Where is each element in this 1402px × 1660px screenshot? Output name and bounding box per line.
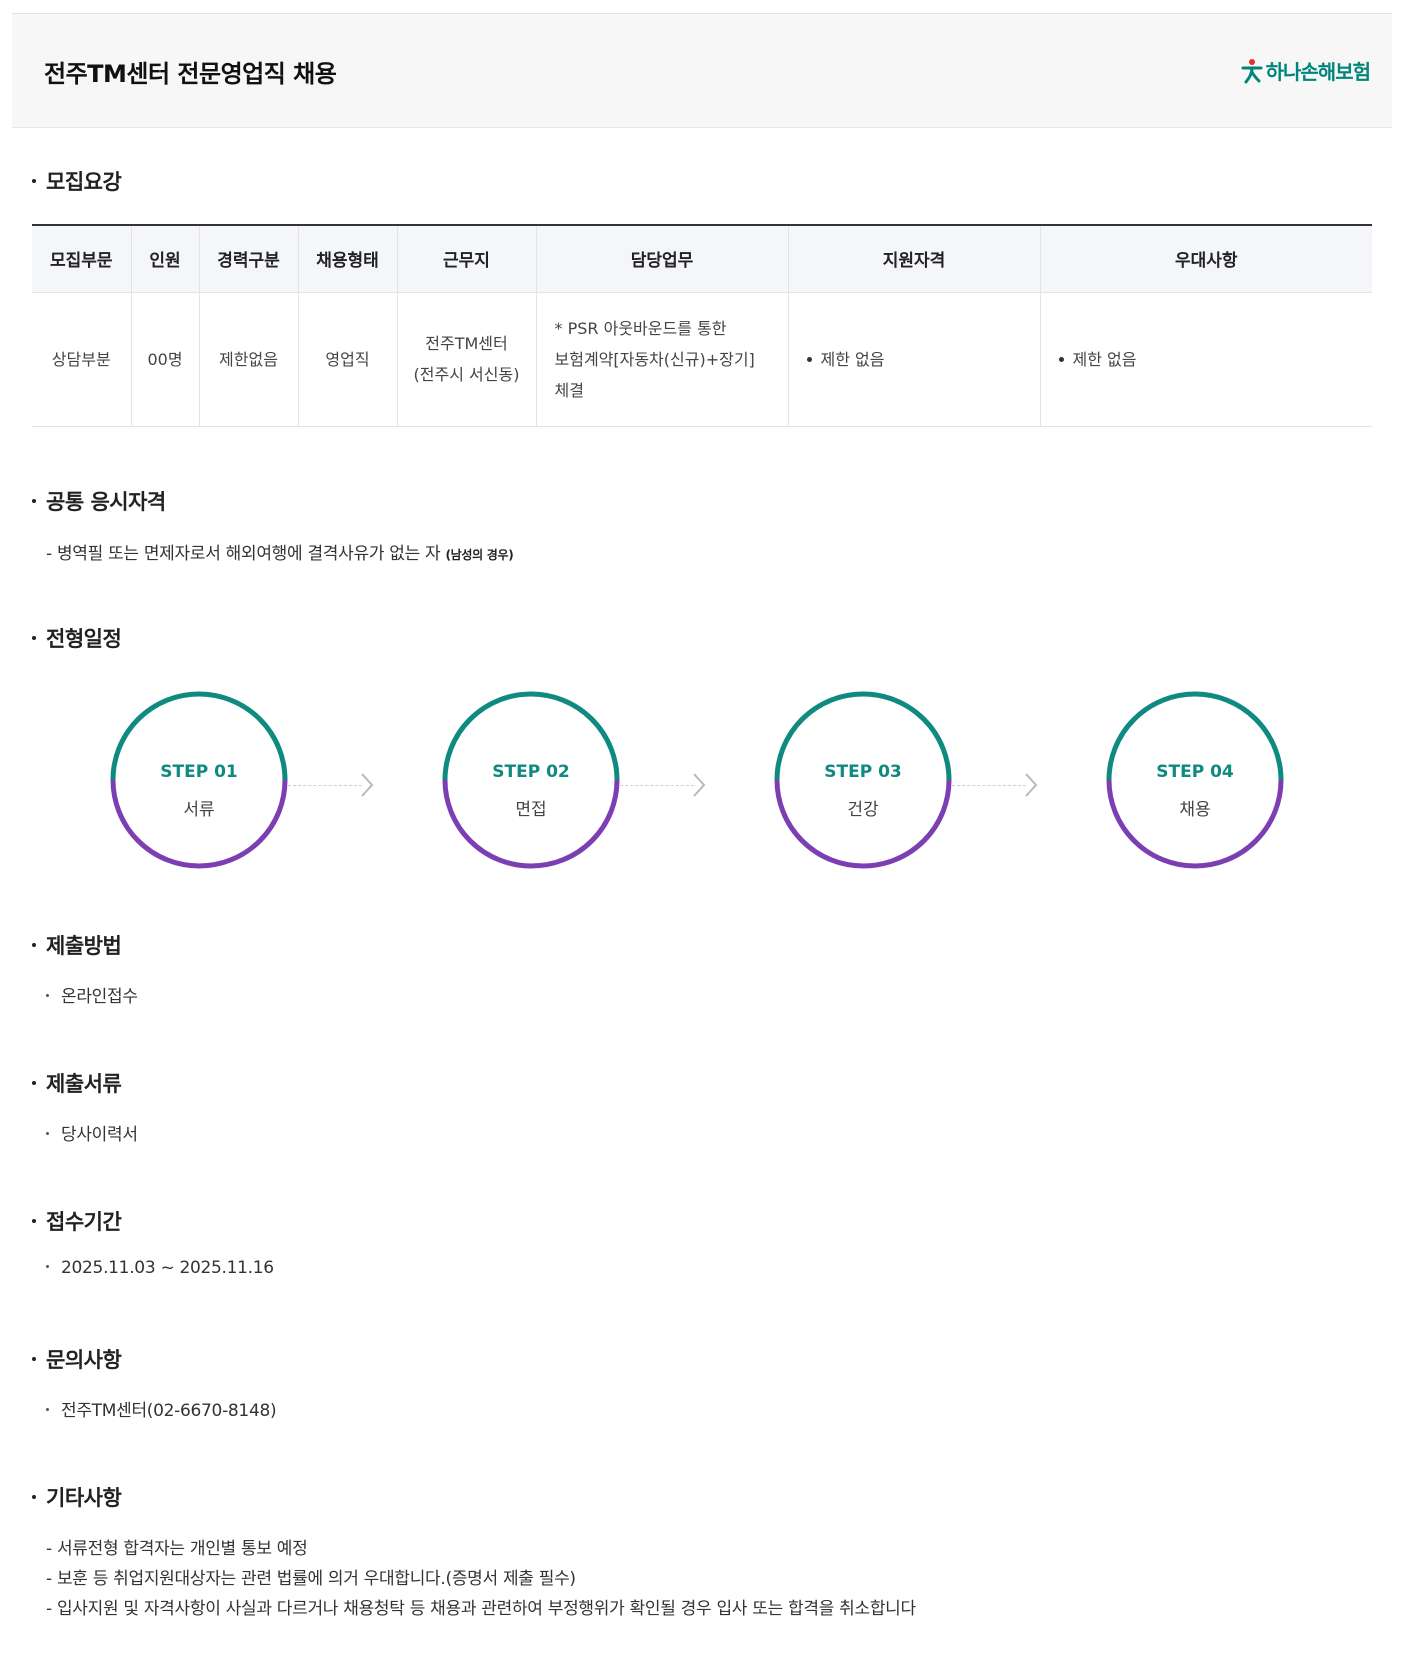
page-header: 전주TM센터 전문영업직 채용 하나손해보험 [12, 13, 1392, 128]
common-note: (남성의 경우) [445, 548, 514, 562]
page-title: 전주TM센터 전문영업직 채용 [44, 60, 337, 88]
etc-line: - 보훈 등 취업지원대상자는 관련 법률에 의거 우대합니다.(증명서 제출 … [46, 1569, 576, 1589]
cell-preference: 제한 없음 [1040, 292, 1372, 427]
cell-duty: * PSR 아웃바운드를 통한 보험계약[자동차(신규)+장기] 체결 [536, 292, 789, 427]
table-header: 채용형태 [298, 224, 398, 293]
hana-logo-icon [1241, 58, 1263, 83]
table-header: 근무지 [397, 224, 537, 293]
location-line: 전주TM센터 [425, 334, 508, 353]
cell-type: 영업직 [298, 292, 398, 427]
step-connector [288, 785, 362, 786]
duty-line: * PSR 아웃바운드를 통한 [554, 318, 727, 338]
recruit-table: 모집부문 인원 경력구분 채용형태 근무지 담당업무 지원자격 우대사항 상담부… [32, 224, 1372, 427]
inquiry-text: 전주TM센터(02-6670-8148) [46, 1396, 277, 1421]
table-header: 담당업무 [536, 224, 789, 293]
cell-qualification: 제한 없음 [788, 292, 1041, 427]
section-title-method: 제출방법 [32, 930, 122, 960]
section-title-documents: 제출서류 [32, 1068, 122, 1098]
chevron-right-icon [693, 773, 706, 797]
bullet-icon [1058, 356, 1064, 362]
step-name: 면접 [515, 800, 547, 820]
step-label: STEP 01 [160, 762, 238, 782]
section-title-recruit: 모집요강 [32, 166, 122, 196]
step-02: STEP 02 면접 [441, 690, 621, 870]
duty-line: 체결 [554, 380, 584, 400]
step-01: STEP 01 서류 [109, 690, 289, 870]
chevron-right-icon [1025, 773, 1038, 797]
table-header: 우대사항 [1040, 224, 1372, 293]
table-header: 지원자격 [788, 224, 1041, 293]
common-qualification-text: - 병역필 또는 면제자로서 해외여행에 결격사유가 없는 자 (남성의 경우) [46, 544, 514, 564]
step-connector [952, 785, 1026, 786]
step-04: STEP 04 채용 [1105, 690, 1285, 870]
step-connector [620, 785, 694, 786]
section-title-etc: 기타사항 [32, 1482, 122, 1512]
period-text: 2025.11.03 ~ 2025.11.16 [46, 1258, 274, 1278]
cell-department: 상담부분 [32, 292, 132, 427]
bullet-icon [806, 356, 812, 362]
section-title-period: 접수기간 [32, 1206, 122, 1236]
step-label: STEP 03 [824, 762, 902, 782]
method-text: 온라인접수 [46, 982, 138, 1007]
chevron-right-icon [361, 773, 374, 797]
table-header: 모집부문 [32, 224, 132, 293]
location-line: (전주시 서신동) [413, 365, 520, 384]
cell-location: 전주TM센터 (전주시 서신동) [397, 292, 537, 427]
cell-headcount: 00명 [131, 292, 200, 427]
step-name: 채용 [1179, 800, 1211, 820]
cell-career: 제한없음 [199, 292, 299, 427]
company-logo[interactable]: 하나손해보험 [1240, 56, 1371, 85]
etc-line: - 입사지원 및 자격사항이 사실과 다르거나 채용청탁 등 채용과 관련하여 … [46, 1599, 916, 1619]
step-03: STEP 03 건강 [773, 690, 953, 870]
selection-steps: STEP 01 서류 STEP 02 면접 STEP 03 건강 STEP 04… [0, 690, 1402, 880]
section-title-common: 공통 응시자격 [32, 486, 166, 516]
section-title-schedule: 전형일정 [32, 623, 122, 653]
section-title-inquiry: 문의사항 [32, 1344, 122, 1374]
table-header: 경력구분 [199, 224, 299, 293]
step-label: STEP 02 [492, 762, 570, 782]
etc-line: - 서류전형 합격자는 개인별 통보 예정 [46, 1539, 308, 1559]
duty-line: 보험계약[자동차(신규)+장기] [554, 349, 755, 369]
documents-text: 당사이력서 [46, 1120, 138, 1145]
table-header-row: 모집부문 인원 경력구분 채용형태 근무지 담당업무 지원자격 우대사항 [32, 224, 1372, 293]
step-name: 서류 [183, 800, 215, 820]
table-row: 상담부분 00명 제한없음 영업직 전주TM센터 (전주시 서신동) * PSR… [32, 292, 1372, 427]
table-header: 인원 [131, 224, 200, 293]
logo-text: 하나손해보험 [1265, 60, 1371, 84]
step-name: 건강 [847, 800, 879, 820]
step-label: STEP 04 [1156, 762, 1234, 782]
